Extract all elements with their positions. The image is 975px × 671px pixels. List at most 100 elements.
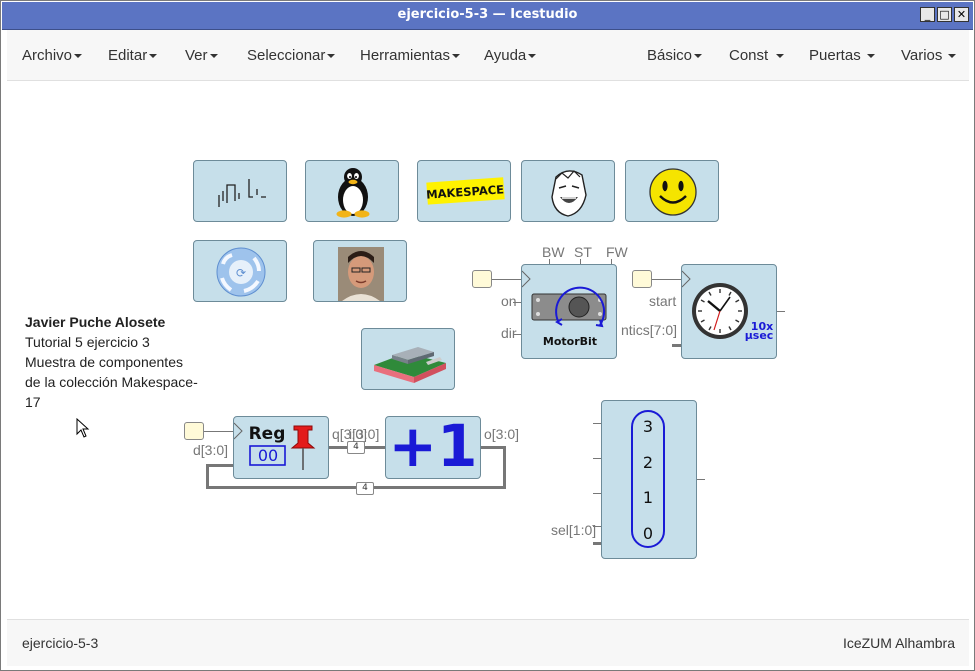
tile-meme-face[interactable] xyxy=(521,160,615,222)
tile-author-photo[interactable] xyxy=(313,240,407,302)
menu-seleccionar[interactable]: Seleccionar xyxy=(247,47,336,64)
caret-down-icon xyxy=(327,54,336,59)
timer-badge-bottom: µsec xyxy=(745,329,774,342)
mux-block[interactable]: 3 2 1 0 xyxy=(601,400,697,559)
author-photo-icon xyxy=(338,247,384,301)
tile-linux-tux[interactable] xyxy=(305,160,399,222)
menu-ayuda[interactable]: Ayuda xyxy=(484,47,537,64)
mux-value: 0 xyxy=(642,524,654,543)
mux-value: 2 xyxy=(642,453,654,472)
menu-puertas[interactable]: Puertas xyxy=(809,47,875,64)
port-tick xyxy=(593,458,601,459)
motorbit-label-bw: BW xyxy=(542,244,565,260)
status-file-name: ejercicio-5-3 xyxy=(22,635,99,651)
register-block[interactable]: Reg 00 xyxy=(233,416,329,479)
wire xyxy=(492,279,522,280)
tile-fpga-board[interactable] xyxy=(361,328,455,390)
smiley-face-icon xyxy=(649,168,697,216)
caret-down-icon xyxy=(149,54,158,59)
minimize-button[interactable]: _ xyxy=(920,7,935,22)
reg-name: Reg xyxy=(249,424,286,444)
caret-down-icon xyxy=(948,54,957,59)
menu-label: Varios xyxy=(901,47,943,64)
svg-text:⟳: ⟳ xyxy=(236,266,246,280)
bus-wire xyxy=(206,464,209,489)
motorbit-input-dir: dir xyxy=(501,325,517,341)
menu-label: Archivo xyxy=(22,47,73,64)
caret-down-icon xyxy=(776,54,785,59)
menu-varios[interactable]: Varios xyxy=(901,47,957,64)
makespace-logo-icon: MAKESPACE xyxy=(426,177,505,205)
bus-tick xyxy=(593,542,601,545)
tux-penguin-icon xyxy=(336,168,370,218)
input-port-constant[interactable] xyxy=(472,270,492,288)
caret-down-icon xyxy=(528,54,537,59)
port-tick xyxy=(777,311,785,312)
comment-line: 17 xyxy=(25,394,41,410)
circular-puzzle-logo-icon: ⟳ xyxy=(216,247,266,297)
port-tick xyxy=(697,479,705,480)
mux-value: 1 xyxy=(642,488,654,507)
bus-wire xyxy=(206,464,233,467)
menu-bar: Archivo Editar Ver Seleccionar Herramien… xyxy=(7,30,969,81)
bus-width-badge: 4 xyxy=(347,441,365,454)
tile-makespace-logo[interactable]: MAKESPACE xyxy=(417,160,511,222)
motorbit-input-on: on xyxy=(501,293,517,309)
tile-signal-waveform[interactable] xyxy=(193,160,287,222)
caret-down-icon xyxy=(452,54,461,59)
bus-tick xyxy=(672,344,681,347)
laughing-face-icon xyxy=(551,170,587,217)
mux-value: 3 xyxy=(642,417,654,436)
menu-herramientas[interactable]: Herramientas xyxy=(360,47,461,64)
wire xyxy=(652,279,682,280)
reg-value: 00 xyxy=(258,446,278,465)
menu-archivo[interactable]: Archivo xyxy=(22,47,83,64)
caret-down-icon xyxy=(866,54,875,59)
motorbit-label-st: ST xyxy=(574,244,592,260)
menu-label: Seleccionar xyxy=(247,47,326,64)
increment-label: +1 xyxy=(388,412,478,480)
port-tick xyxy=(593,493,601,494)
menu-label: Editar xyxy=(108,47,148,64)
status-board-name[interactable]: IceZUM Alhambra xyxy=(843,635,955,651)
menu-label: Ayuda xyxy=(484,47,527,64)
title-bar: ejercicio-5-3 — Icestudio _ □ ✕ xyxy=(2,2,973,30)
bus-wire xyxy=(503,446,506,489)
motorbit-label-fw: FW xyxy=(606,244,628,260)
status-bar: ejercicio-5-3 IceZUM Alhambra xyxy=(7,619,969,666)
timer-block[interactable]: 10x µsec xyxy=(681,264,777,359)
menu-label: Básico xyxy=(647,47,693,64)
comment-line: Muestra de componentes xyxy=(25,354,183,370)
inc-output-o: o[3:0] xyxy=(484,426,520,442)
motorbit-name: MotorBit xyxy=(543,335,597,348)
window-title: ejercicio-5-3 — Icestudio xyxy=(397,7,578,22)
menu-basico[interactable]: Básico xyxy=(647,47,703,64)
close-button[interactable]: ✕ xyxy=(954,7,969,22)
menu-label: Const xyxy=(729,47,769,64)
maximize-button[interactable]: □ xyxy=(937,7,952,22)
tile-circle-logo[interactable]: ⟳ xyxy=(193,240,287,302)
menu-ver[interactable]: Ver xyxy=(185,47,218,64)
menu-label: Puertas xyxy=(809,47,861,64)
register-icon: Reg 00 xyxy=(234,422,316,470)
bus-width-badge: 4 xyxy=(356,482,374,495)
caret-down-icon xyxy=(74,54,83,59)
clock-icon: 10x µsec xyxy=(682,270,774,342)
menu-label: Ver xyxy=(185,47,208,64)
input-port-constant[interactable] xyxy=(184,422,204,440)
increment-block[interactable]: +1 xyxy=(385,412,481,480)
design-canvas[interactable]: MAKESPACE ⟳ Javier Puche Alosete Tutoria… xyxy=(7,81,969,619)
comment-line: Tutorial 5 ejercicio 3 xyxy=(25,334,150,350)
waveform-icon xyxy=(218,179,266,207)
tile-smiley[interactable] xyxy=(625,160,719,222)
inc-input-i: i[3:0] xyxy=(349,426,380,442)
motorbit-block[interactable]: MotorBit xyxy=(521,264,617,359)
port-tick xyxy=(513,334,521,335)
menu-const[interactable]: Const xyxy=(729,47,785,64)
menu-editar[interactable]: Editar xyxy=(108,47,158,64)
fpga-board-3d-icon xyxy=(374,347,446,383)
design-comment: Javier Puche Alosete Tutorial 5 ejercici… xyxy=(25,312,198,412)
comment-line: de la colección Makespace- xyxy=(25,374,198,390)
input-port-constant[interactable] xyxy=(632,270,652,288)
motor-icon: MotorBit xyxy=(522,270,607,348)
